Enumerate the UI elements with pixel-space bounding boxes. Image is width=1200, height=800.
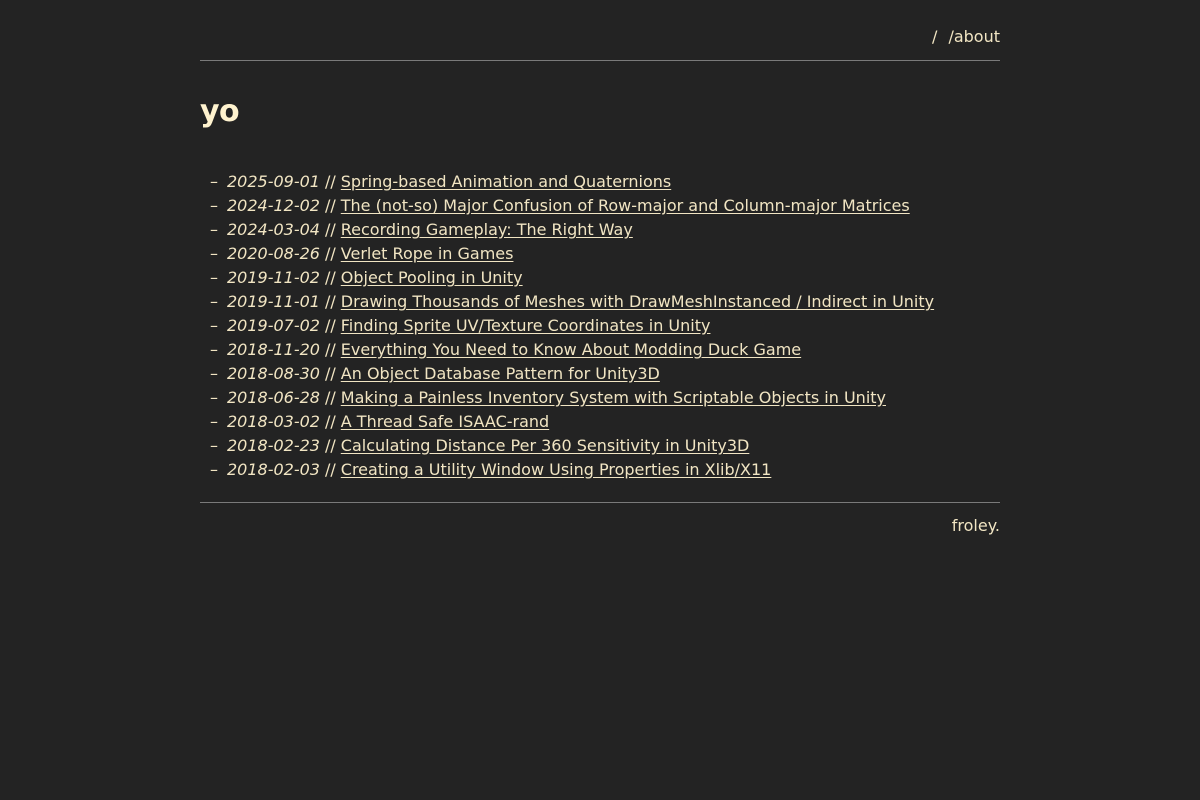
list-dash: – — [210, 340, 218, 359]
date-separator: // — [324, 244, 336, 263]
list-dash: – — [210, 364, 218, 383]
post-date: 2019-11-01 — [227, 292, 320, 311]
post-link[interactable]: Verlet Rope in Games — [341, 242, 514, 266]
post-list-item: –2024-03-04// Recording Gameplay: The Rig… — [200, 218, 934, 242]
post-date: 2024-12-02 — [227, 196, 320, 215]
post-link[interactable]: Spring-based Animation and Quaternions — [341, 170, 671, 194]
nav-home-link[interactable]: / — [932, 26, 937, 48]
post-list-item: –2018-06-28// Making a Painless Inventory… — [200, 386, 934, 410]
list-dash: – — [210, 436, 218, 455]
post-link[interactable]: An Object Database Pattern for Unity3D — [341, 362, 660, 386]
date-separator: // — [324, 268, 336, 287]
date-separator: // — [324, 292, 336, 311]
post-date: 2019-07-02 — [227, 316, 320, 335]
list-dash: – — [210, 388, 218, 407]
page-container: / /about yo –2025-09-01//Spring-based An… — [200, 0, 1000, 535]
list-dash: – — [210, 460, 218, 479]
post-list-item: –2019-11-02// Object Pooling in Unity — [200, 266, 934, 290]
post-date: 2018-02-23 — [227, 436, 320, 455]
footer: froley. — [200, 502, 1000, 537]
list-dash: – — [210, 268, 218, 287]
list-dash: – — [210, 412, 218, 431]
date-separator: // — [324, 340, 336, 359]
date-separator: // — [324, 364, 336, 383]
date-separator: // — [324, 316, 336, 335]
post-link[interactable]: Calculating Distance Per 360 Sensitivity… — [341, 434, 750, 458]
date-separator: // — [324, 388, 336, 407]
post-link[interactable]: A Thread Safe ISAAC-rand — [341, 410, 549, 434]
post-list: –2025-09-01//Spring-based Animation and … — [200, 170, 934, 482]
post-list-item: –2018-03-02// A Thread Safe ISAAC-rand — [200, 410, 934, 434]
footer-text: froley. — [951, 516, 1000, 535]
post-date: 2018-11-20 — [227, 340, 320, 359]
post-list-item: –2024-12-02// The (not-so) Major Confusio… — [200, 194, 934, 218]
date-separator: // — [324, 460, 336, 479]
post-link[interactable]: Everything You Need to Know About Moddin… — [341, 338, 801, 362]
list-dash: – — [210, 220, 218, 239]
post-date: 2018-02-03 — [227, 460, 320, 479]
list-dash: – — [210, 244, 218, 263]
post-list-item: –2019-07-02// Finding Sprite UV/Texture C… — [200, 314, 934, 338]
nav-about-link[interactable]: /about — [948, 26, 1000, 48]
post-date: 2020-08-26 — [227, 244, 320, 263]
post-list-item: –2018-02-23// Calculating Distance Per 36… — [200, 434, 934, 458]
post-list-item: –2018-02-03// Creating a Utility Window U… — [200, 458, 934, 482]
post-list-item: –2019-11-01// Drawing Thousands of Meshes… — [200, 290, 934, 314]
post-list-item: –2018-08-30// An Object Database Pattern … — [200, 362, 934, 386]
list-dash: – — [210, 292, 218, 311]
post-link[interactable]: Creating a Utility Window Using Properti… — [341, 458, 772, 482]
post-date: 2025-09-01 — [227, 172, 320, 191]
date-separator: // — [324, 436, 336, 455]
list-dash: – — [210, 316, 218, 335]
date-separator: // — [324, 220, 336, 239]
post-list-item: –2025-09-01// Spring-based Animation and … — [200, 170, 934, 194]
post-link[interactable]: Making a Painless Inventory System with … — [341, 386, 886, 410]
post-link[interactable]: Recording Gameplay: The Right Way — [341, 218, 633, 242]
post-list-item: –2018-11-20// Everything You Need to Know… — [200, 338, 934, 362]
post-date: 2024-03-04 — [227, 220, 320, 239]
top-nav: / /about — [200, 0, 1000, 61]
date-separator: // — [324, 196, 336, 215]
date-separator: // — [324, 412, 336, 431]
post-link[interactable]: Drawing Thousands of Meshes with DrawMes… — [341, 290, 934, 314]
post-date: 2019-11-02 — [227, 268, 320, 287]
list-dash: – — [210, 196, 218, 215]
post-list-item: –2020-08-26// Verlet Rope in Games — [200, 242, 934, 266]
post-date: 2018-03-02 — [227, 412, 320, 431]
page-title: yo — [200, 94, 240, 129]
date-separator: // — [324, 172, 336, 191]
post-link[interactable]: Finding Sprite UV/Texture Coordinates in… — [341, 314, 711, 338]
post-link[interactable]: The (not-so) Major Confusion of Row-majo… — [341, 194, 910, 218]
post-date: 2018-08-30 — [227, 364, 320, 383]
list-dash: – — [210, 172, 218, 191]
post-date: 2018-06-28 — [227, 388, 320, 407]
post-link[interactable]: Object Pooling in Unity — [341, 266, 523, 290]
